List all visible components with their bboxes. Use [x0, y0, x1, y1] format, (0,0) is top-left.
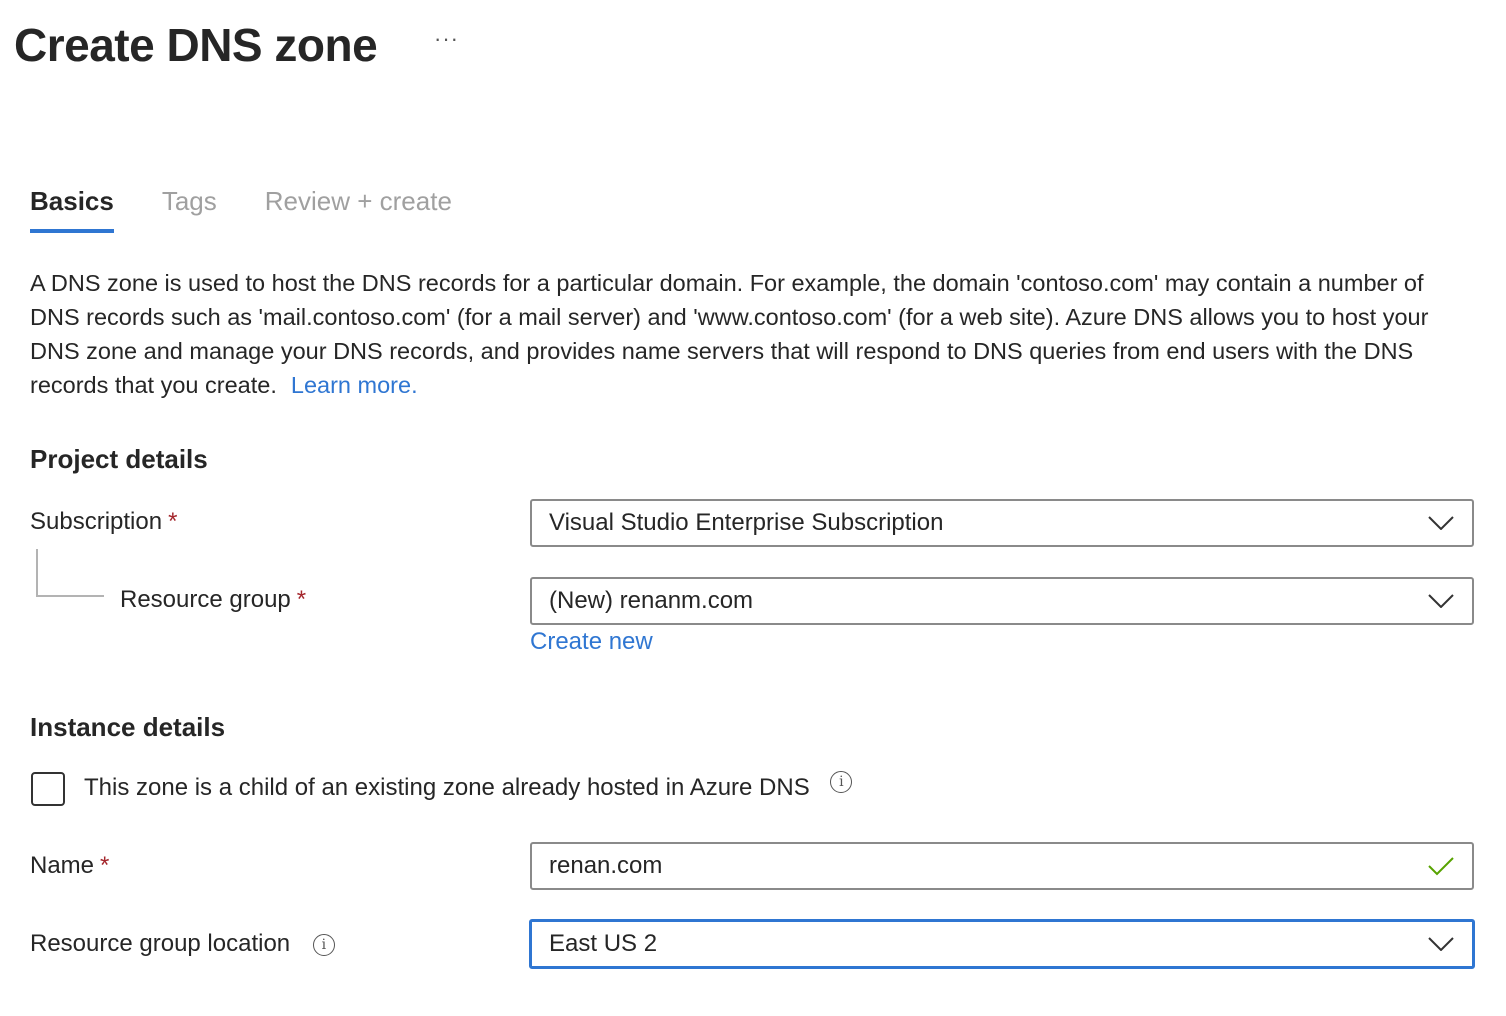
- instance-details-heading: Instance details: [30, 712, 226, 742]
- location-value: East US 2: [549, 930, 658, 957]
- required-marker: *: [296, 586, 307, 613]
- info-icon[interactable]: i: [830, 770, 853, 793]
- name-input[interactable]: renan.com: [530, 842, 1474, 890]
- subscription-value: Visual Studio Enterprise Subscription: [549, 509, 944, 536]
- child-zone-label: This zone is a child of an existing zone…: [84, 770, 853, 802]
- required-marker: *: [100, 852, 110, 879]
- tab-review-create[interactable]: Review + create: [265, 186, 452, 233]
- tab-tags[interactable]: Tags: [162, 186, 217, 233]
- child-zone-label-text: This zone is a child of an existing zone…: [84, 774, 810, 801]
- name-label: Name *: [30, 852, 109, 880]
- chevron-down-icon: [1426, 513, 1456, 533]
- description: A DNS zone is used to host the DNS recor…: [30, 266, 1470, 402]
- create-new-link[interactable]: Create new: [530, 628, 653, 656]
- more-options-button[interactable]: ···: [434, 26, 459, 52]
- description-text: A DNS zone is used to host the DNS recor…: [30, 270, 1429, 398]
- resource-group-label: Resource group *: [120, 586, 306, 614]
- location-label-text: Resource group location: [30, 930, 291, 957]
- checkmark-icon: [1426, 856, 1456, 876]
- location-dropdown[interactable]: East US 2: [529, 919, 1475, 969]
- learn-more-link[interactable]: Learn more.: [291, 372, 418, 398]
- tab-bar: Basics Tags Review + create: [30, 186, 500, 233]
- location-label: Resource group location i: [30, 930, 335, 958]
- name-value: renan.com: [549, 852, 663, 879]
- resource-group-dropdown[interactable]: (New) renanm.com: [530, 577, 1474, 625]
- info-icon[interactable]: i: [312, 933, 335, 956]
- chevron-down-icon: [1426, 934, 1456, 954]
- resource-group-value: (New) renanm.com: [549, 587, 754, 614]
- required-marker: *: [168, 508, 178, 535]
- subscription-label: Subscription *: [30, 508, 177, 536]
- chevron-down-icon: [1426, 591, 1456, 611]
- name-label-text: Name: [30, 852, 95, 879]
- tree-connector: [36, 549, 104, 597]
- page-title: Create DNS zone: [14, 19, 378, 71]
- subscription-label-text: Subscription: [30, 508, 163, 535]
- child-zone-checkbox[interactable]: [31, 772, 65, 806]
- project-details-heading: Project details: [30, 444, 208, 474]
- tab-basics[interactable]: Basics: [30, 186, 114, 233]
- resource-group-label-text: Resource group: [120, 586, 291, 613]
- subscription-dropdown[interactable]: Visual Studio Enterprise Subscription: [530, 499, 1474, 547]
